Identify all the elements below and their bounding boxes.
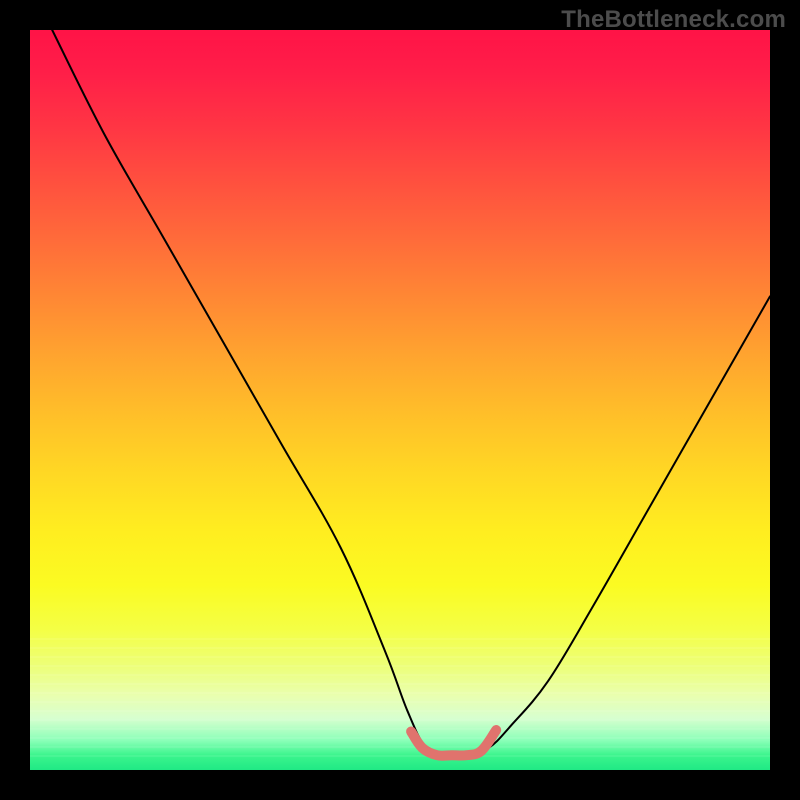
watermark-label: TheBottleneck.com: [561, 6, 786, 34]
flat-minimum-highlight-path: [411, 730, 496, 756]
bottleneck-curve-path: [52, 30, 770, 756]
curve-layer: [30, 30, 770, 770]
plot-area: [30, 30, 770, 770]
chart-frame: TheBottleneck.com: [0, 0, 800, 800]
